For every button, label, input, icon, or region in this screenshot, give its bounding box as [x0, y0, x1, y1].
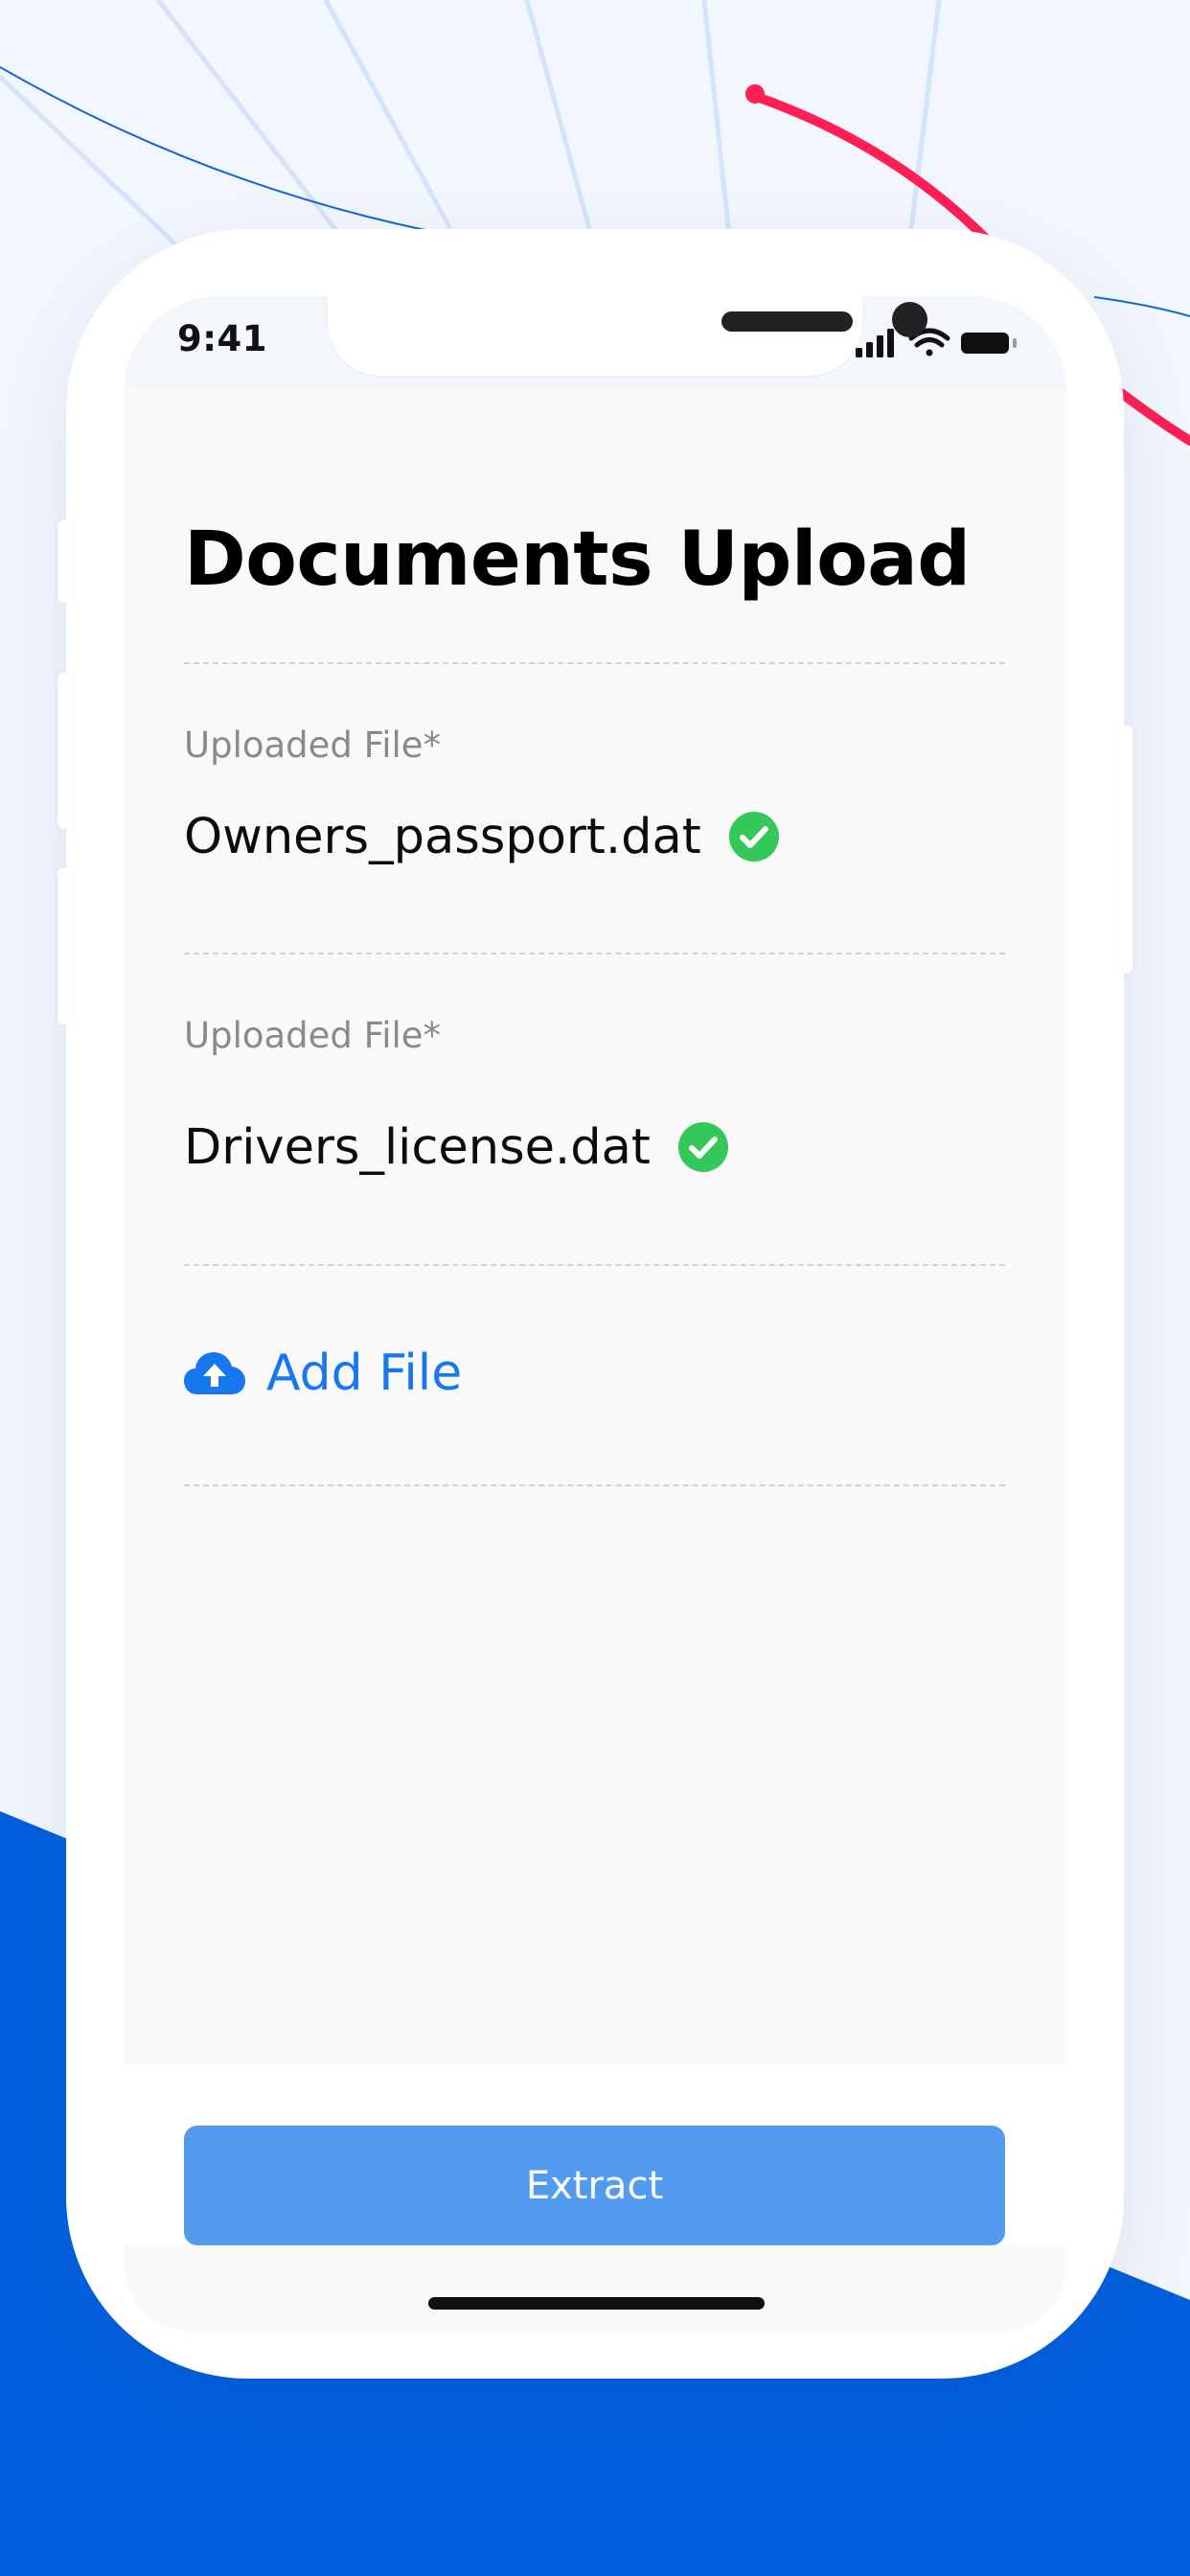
divider [184, 1264, 1005, 1266]
divider [184, 953, 1005, 954]
home-indicator [428, 2297, 765, 2310]
file-name: Owners_passport.dat [184, 808, 701, 865]
file-name: Drivers_license.dat [184, 1118, 651, 1176]
uploaded-file-row[interactable]: Owners_passport.dat [184, 808, 780, 865]
phone-power-button [1119, 725, 1133, 974]
divider [184, 1484, 1005, 1486]
app-screen: 9:41 Documents Upload Uploaded File* Own… [124, 296, 1066, 2332]
uploaded-file-label: Uploaded File* [184, 724, 442, 766]
phone-volume-down-button [57, 868, 71, 1024]
battery-icon [961, 333, 1017, 354]
cloud-upload-icon [184, 1352, 245, 1394]
cellular-signal-icon [856, 329, 894, 357]
extract-button[interactable]: Extract [184, 2126, 1005, 2245]
check-circle-icon [728, 812, 779, 862]
check-circle-icon [677, 1122, 728, 1172]
phone-camera [892, 302, 927, 337]
phone-notch [328, 296, 927, 376]
phone-volume-up-button [57, 673, 71, 829]
phone-speaker [721, 311, 853, 332]
uploaded-file-label: Uploaded File* [184, 1015, 442, 1056]
page-title: Documents Upload [184, 517, 971, 603]
status-icons [856, 328, 1017, 357]
status-time: 9:41 [177, 318, 268, 359]
divider [184, 662, 1005, 664]
add-file-label: Add File [266, 1345, 463, 1402]
add-file-button[interactable]: Add File [184, 1343, 462, 1404]
background-curve [0, 66, 538, 250]
uploaded-file-row[interactable]: Drivers_license.dat [184, 1118, 729, 1176]
background-red-curve [749, 91, 992, 244]
phone-mute-switch [57, 520, 71, 603]
